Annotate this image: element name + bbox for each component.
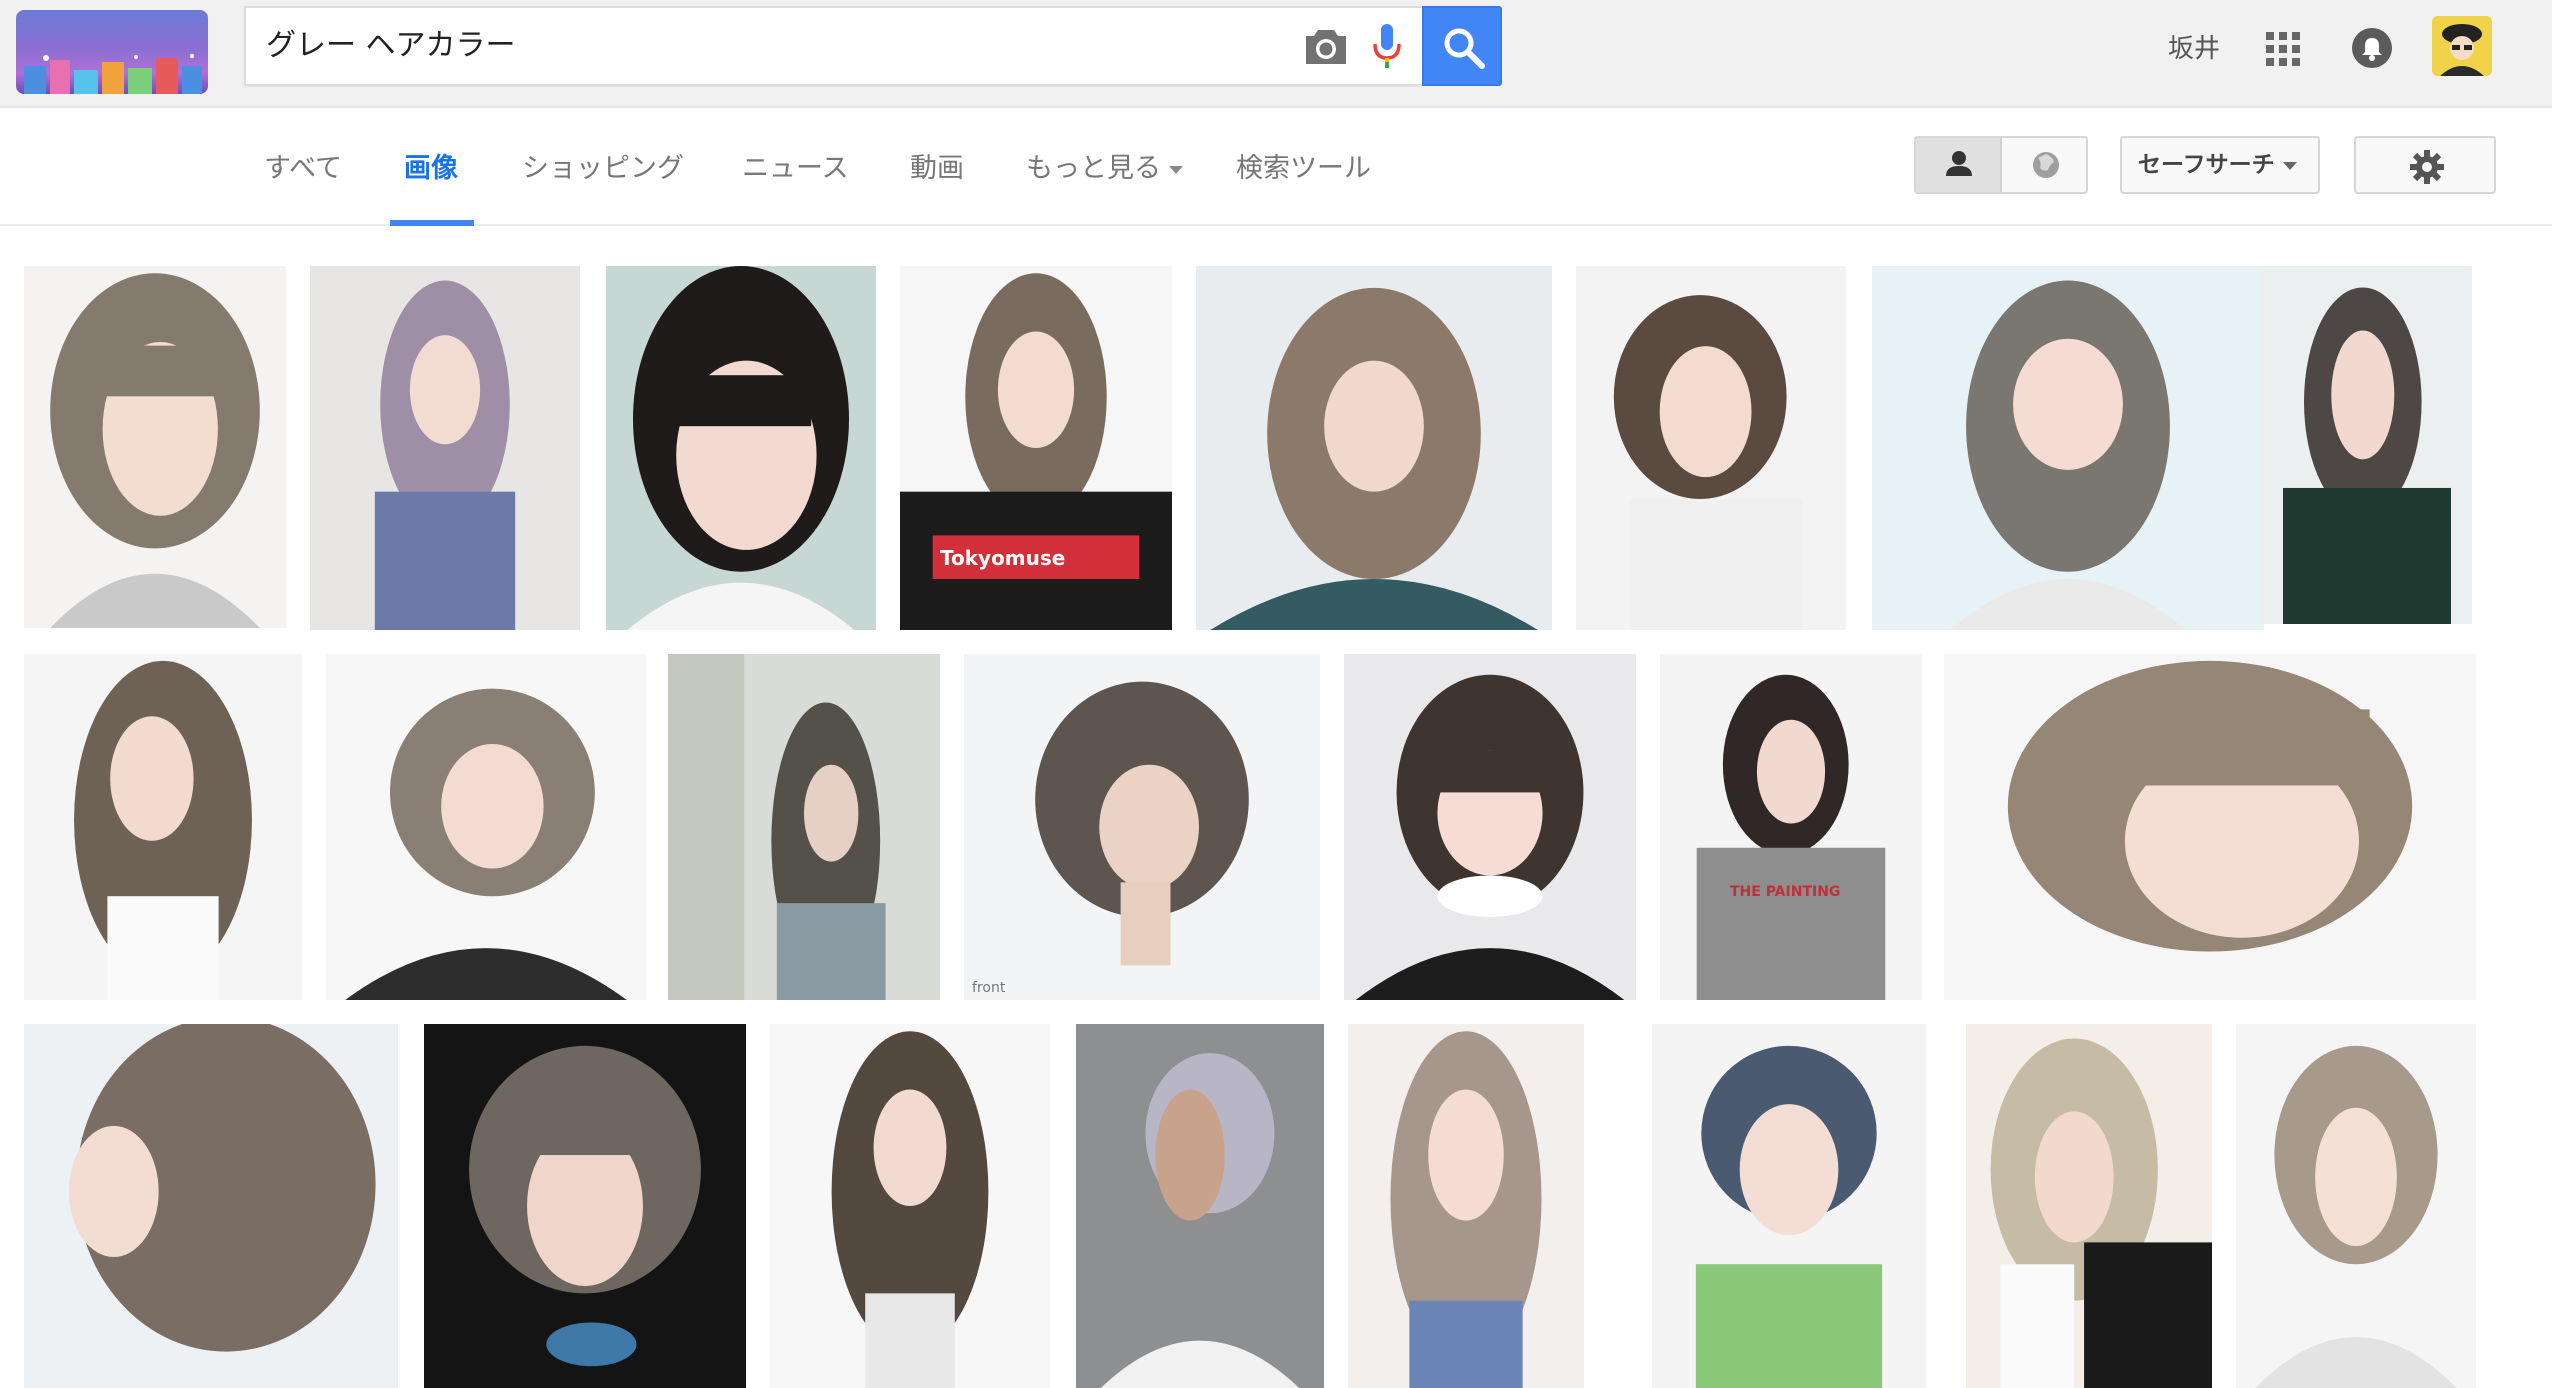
image-result[interactable] xyxy=(1872,266,2264,630)
portrait-thumbnail-icon xyxy=(326,654,646,1000)
portrait-thumbnail-icon xyxy=(1196,266,1552,630)
safesearch-label: セーフサーチ xyxy=(2138,152,2275,178)
portrait-thumbnail-icon xyxy=(1966,1024,2212,1388)
image-result[interactable] xyxy=(310,266,580,630)
image-caption: front xyxy=(972,980,1006,996)
portrait-thumbnail-icon xyxy=(1344,654,1636,1000)
tab-news[interactable]: ニュース xyxy=(742,146,849,185)
gear-icon xyxy=(2410,150,2444,184)
image-result[interactable] xyxy=(424,1024,746,1388)
image-result[interactable] xyxy=(24,266,286,628)
tab-images[interactable]: 画像 xyxy=(404,146,458,185)
doodle-logo[interactable] xyxy=(16,10,208,94)
portrait-thumbnail-icon xyxy=(424,1024,746,1388)
image-result[interactable] xyxy=(1966,1024,2212,1388)
wig-thumbnail-icon xyxy=(964,654,1320,1000)
portrait-thumbnail-icon xyxy=(24,1024,398,1388)
chevron-down-icon xyxy=(1169,165,1183,174)
top-header: 坂井 xyxy=(0,0,2552,108)
global-results-button[interactable] xyxy=(2004,138,2086,192)
image-result[interactable] xyxy=(1344,654,1636,1000)
avatar[interactable] xyxy=(2432,16,2492,76)
search-button[interactable] xyxy=(1422,6,1502,86)
portrait-thumbnail-icon xyxy=(24,266,286,628)
portrait-thumbnail-icon xyxy=(1652,1024,1926,1388)
portrait-thumbnail-icon xyxy=(668,654,940,1000)
safesearch-dropdown[interactable]: セーフサーチ xyxy=(2120,136,2320,194)
shirt-print-text: THE PAINTING xyxy=(1730,884,1841,900)
globe-icon xyxy=(2033,152,2059,178)
shirt-print-text: Tokyomuse xyxy=(940,546,1066,570)
image-result[interactable] xyxy=(24,1024,398,1388)
image-result[interactable] xyxy=(1196,266,1552,630)
portrait-thumbnail-icon xyxy=(1576,266,1846,630)
notification-icon[interactable] xyxy=(2352,28,2392,68)
image-result[interactable]: front xyxy=(964,654,1320,1000)
image-result[interactable] xyxy=(326,654,646,1000)
town-doodle-icon xyxy=(24,54,202,94)
image-result[interactable] xyxy=(606,266,876,630)
search-input[interactable] xyxy=(266,8,1266,84)
personal-results-button[interactable] xyxy=(1916,138,2002,192)
image-result[interactable] xyxy=(2236,1024,2476,1388)
portrait-thumbnail-icon xyxy=(1660,654,1922,1000)
settings-button[interactable] xyxy=(2354,136,2496,194)
tab-search-tools[interactable]: 検索ツール xyxy=(1236,146,1371,185)
tab-all[interactable]: すべて xyxy=(264,146,342,185)
search-box xyxy=(244,6,1422,86)
portrait-thumbnail-icon xyxy=(1944,654,2476,1000)
portrait-thumbnail-icon xyxy=(2236,1024,2476,1388)
image-result[interactable]: Tokyomuse xyxy=(900,266,1172,630)
image-result[interactable] xyxy=(668,654,940,1000)
user-name-link[interactable]: 坂井 xyxy=(2168,28,2220,65)
bell-icon xyxy=(2362,38,2382,61)
tab-more[interactable]: もっと見る xyxy=(1026,146,1183,185)
image-result[interactable] xyxy=(24,654,302,1000)
tabs-bar: すべて 画像 ショッピング ニュース 動画 もっと見る 検索ツール セーフサーチ xyxy=(0,110,2552,226)
apps-icon[interactable] xyxy=(2266,32,2300,66)
tab-videos[interactable]: 動画 xyxy=(910,146,964,185)
camera-icon[interactable] xyxy=(1304,26,1348,66)
portrait-thumbnail-icon xyxy=(2262,266,2472,624)
image-result[interactable]: THE PAINTING xyxy=(1660,654,1922,1000)
image-result[interactable] xyxy=(2262,266,2472,624)
portrait-thumbnail-icon xyxy=(1348,1024,1584,1388)
image-result[interactable] xyxy=(1944,654,2476,1000)
portrait-thumbnail-icon xyxy=(24,654,302,1000)
avatar-icon xyxy=(2432,16,2492,76)
person-icon xyxy=(1946,151,1972,176)
mic-icon[interactable] xyxy=(1370,22,1404,70)
results-scope-toggle xyxy=(1914,136,2088,194)
portrait-thumbnail-icon xyxy=(1872,266,2264,630)
search-icon xyxy=(1444,28,1485,69)
image-result[interactable] xyxy=(1576,266,1846,630)
active-tab-indicator xyxy=(390,220,474,226)
portrait-thumbnail-icon xyxy=(606,266,876,630)
tab-shopping[interactable]: ショッピング xyxy=(522,146,684,185)
portrait-thumbnail-icon xyxy=(1076,1024,1324,1388)
portrait-thumbnail-icon xyxy=(900,266,1172,630)
image-result[interactable] xyxy=(1652,1024,1926,1388)
image-result[interactable] xyxy=(1076,1024,1324,1388)
portrait-thumbnail-icon xyxy=(770,1024,1050,1388)
image-result[interactable] xyxy=(770,1024,1050,1388)
chevron-down-icon xyxy=(2282,161,2297,170)
tab-more-label: もっと見る xyxy=(1026,153,1161,184)
portrait-thumbnail-icon xyxy=(310,266,580,630)
image-result[interactable] xyxy=(1348,1024,1584,1388)
